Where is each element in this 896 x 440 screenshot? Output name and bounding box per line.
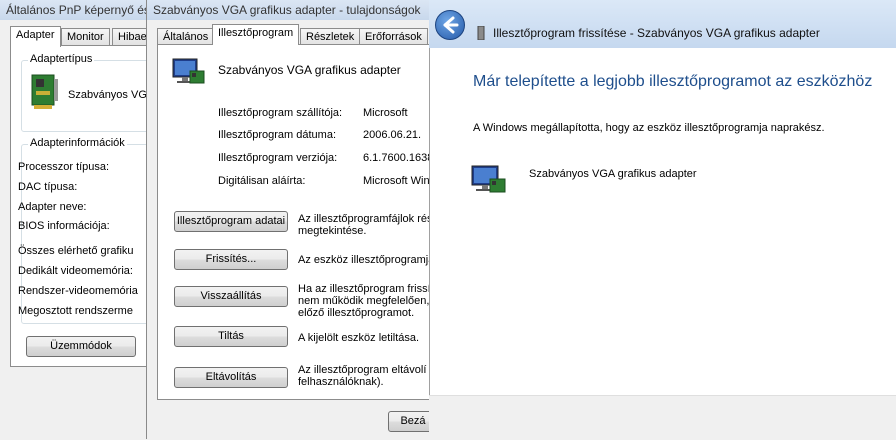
window-border [429, 0, 430, 439]
tab-strip: Általános Illesztőprogram Részletek Erőf… [157, 24, 428, 45]
action-desc: Az illesztőprogramfájlok rész megtekinté… [298, 213, 429, 237]
prop-value: Microsoft [363, 107, 408, 119]
action-desc: Ha az illesztőprogram frissíté nem működ… [298, 283, 429, 319]
info-label: Processzor típusa: [18, 161, 110, 173]
desc-line: Ha az illesztőprogram frissíté [298, 283, 429, 295]
info-label: BIOS információja: [18, 220, 110, 232]
back-arrow-icon [443, 16, 459, 34]
disable-device-button[interactable]: Tiltás [174, 326, 288, 347]
modes-button[interactable]: Üzemmódok [26, 336, 136, 357]
monitor-icon [471, 165, 506, 193]
wizard-title: Illesztőprogram frissítése - Szabványos … [493, 26, 820, 40]
adapter-name: Szabványos VG [68, 89, 146, 101]
desc-line: A kijelölt eszköz letiltása. [298, 332, 420, 344]
window-title: Általános PnP képernyő és [0, 0, 146, 20]
group-title: Adaptertípus [28, 53, 95, 65]
tab-resources[interactable]: Erőforrások [359, 28, 428, 45]
desc-line: Az illesztőprogram eltávolí [298, 364, 427, 376]
tab-strip: Adapter Monitor Hibae [10, 26, 146, 47]
group-title: Adapterinformációk [28, 137, 127, 149]
action-desc: Az illesztőprogram eltávolí felhasználók… [298, 364, 429, 388]
info-label: Rendszer-videomemória [18, 285, 138, 297]
info-label: Megosztott rendszerme [18, 305, 133, 317]
update-driver-button[interactable]: Frissítés... [174, 249, 288, 270]
prop-value: 2006.06.21. [363, 129, 422, 141]
action-desc: Az eszköz illesztőprogramján [298, 254, 429, 266]
device-card-icon [477, 26, 485, 40]
tab-page-adapter: Adaptertípus Szabványos VG Adapterinform… [10, 45, 146, 367]
info-label: DAC típusa: [18, 181, 78, 193]
monitor-icon [172, 58, 205, 84]
tab-page-driver: Szabványos VGA grafikus adapter Illesztő… [157, 44, 429, 400]
tab-details[interactable]: Részletek [300, 28, 361, 45]
window-title: Szabványos VGA grafikus adapter - tulajd… [147, 0, 429, 20]
desc-line: felhasználóknak). [298, 376, 384, 388]
group-adapter-type: Adaptertípus Szabványos VG [21, 53, 146, 132]
prop-value: 6.1.7600.1638 [363, 152, 429, 164]
desc-line: Az illesztőprogramfájlok rész [298, 213, 429, 225]
wizard-footer [429, 395, 896, 440]
info-label: Összes elérhető grafiku [18, 245, 134, 257]
desc-line: előző illesztőprogramot. [298, 307, 415, 319]
prop-label: Digitálisan aláírta: [218, 175, 306, 187]
tab-hibaelharitas[interactable]: Hibae [112, 28, 146, 45]
tab-monitor[interactable]: Monitor [61, 28, 110, 45]
properties-window: Szabványos VGA grafikus adapter - tulajd… [146, 0, 429, 439]
wizard-message: A Windows megállapította, hogy az eszköz… [473, 122, 825, 134]
rollback-driver-button[interactable]: Visszaállítás [174, 286, 288, 307]
close-button[interactable]: Bezá [388, 411, 429, 432]
info-label: Dedikált videomemória: [18, 265, 133, 277]
desc-line: Az eszköz illesztőprogramján [298, 254, 429, 266]
tab-general[interactable]: Általános [157, 28, 215, 45]
pnp-monitor-window: Általános PnP képernyő és Adapter Monito… [0, 0, 146, 439]
device-name: Szabványos VGA grafikus adapter [529, 168, 697, 180]
update-driver-wizard: Illesztőprogram frissítése - Szabványos … [429, 0, 896, 440]
prop-label: Illesztőprogram verziója: [218, 152, 338, 164]
tab-adapter[interactable]: Adapter [10, 26, 61, 47]
group-adapter-info: Adapterinformációk Processzor típusa: DA… [18, 137, 146, 324]
adapter-card-icon [31, 74, 58, 109]
prop-value: Microsoft Wind [363, 175, 429, 187]
wizard-header: Illesztőprogram frissítése - Szabványos … [429, 0, 896, 48]
uninstall-driver-button[interactable]: Eltávolítás [174, 367, 288, 388]
tab-driver[interactable]: Illesztőprogram [212, 24, 300, 45]
desc-line: megtekintése. [298, 225, 367, 237]
driver-details-button[interactable]: Illesztőprogram adatai [174, 211, 288, 232]
info-label: Adapter neve: [18, 201, 87, 213]
prop-label: Illesztőprogram dátuma: [218, 129, 336, 141]
wizard-heading: Már telepítette a legjobb illesztőprogra… [473, 73, 873, 90]
device-name: Szabványos VGA grafikus adapter [218, 63, 401, 77]
back-button[interactable] [435, 10, 465, 40]
action-desc: A kijelölt eszköz letiltása. [298, 332, 429, 344]
desc-line: nem működik megfelelően, v [298, 295, 429, 307]
prop-label: Illesztőprogram szállítója: [218, 107, 343, 119]
